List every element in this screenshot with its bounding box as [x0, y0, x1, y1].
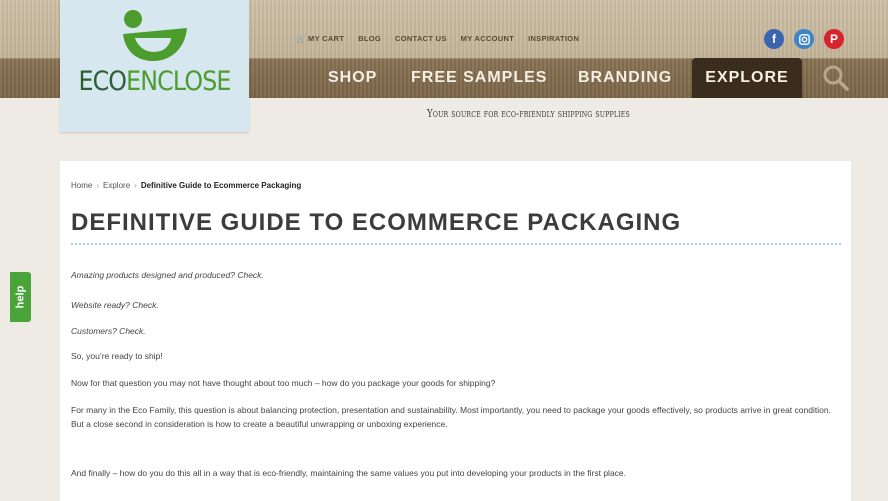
logo[interactable]: ECOENCLOSE — [60, 0, 249, 132]
cart-icon: 🛒 — [296, 34, 306, 43]
contact-us-link[interactable]: CONTACT US — [395, 34, 447, 43]
logo-wordmark: ECOENCLOSE — [78, 66, 231, 97]
article-card: Home › Explore › Definitive Guide to Ecommer… — [60, 161, 851, 501]
nav-shop[interactable]: SHOP — [328, 58, 377, 98]
nav-explore[interactable]: EXPLORE — [692, 58, 802, 98]
title-divider — [71, 243, 841, 245]
page-title: DEFINITIVE GUIDE TO ECOMMERCE PACKAGING — [71, 209, 682, 236]
tagline: Your source for eco-friendly shipping su… — [427, 107, 630, 120]
article-paragraph: Amazing products designed and produced? … — [71, 270, 264, 280]
blog-link[interactable]: BLOG — [358, 34, 381, 43]
help-tab[interactable]: help — [10, 272, 31, 322]
my-account-link[interactable]: MY ACCOUNT — [461, 34, 514, 43]
my-cart-link[interactable]: 🛒 MY CART — [296, 34, 344, 43]
article-paragraph: So, you’re ready to ship! — [71, 351, 163, 361]
article-paragraph: Website ready? Check. — [71, 300, 159, 310]
facebook-icon[interactable]: f — [764, 29, 784, 49]
article-paragraph: Now for that question you may not have t… — [71, 378, 496, 388]
article-paragraph: For many in the Eco Family, this questio… — [71, 405, 831, 429]
instagram-icon[interactable] — [794, 29, 814, 49]
breadcrumb-separator: › — [134, 181, 137, 190]
nav-free-samples[interactable]: FREE SAMPLES — [411, 58, 547, 98]
breadcrumb: Home › Explore › Definitive Guide to Ecommer… — [71, 181, 301, 190]
pinterest-icon[interactable]: P — [824, 29, 844, 49]
article-paragraph: And finally – how do you do this all in … — [71, 468, 627, 478]
nav-branding[interactable]: BRANDING — [578, 58, 672, 98]
breadcrumb-explore[interactable]: Explore — [103, 181, 130, 190]
breadcrumb-current: Definitive Guide to Ecommerce Packaging — [140, 181, 302, 190]
instagram-glyph — [798, 33, 810, 45]
search-icon[interactable] — [822, 64, 850, 92]
inspiration-link[interactable]: INSPIRATION — [528, 34, 579, 43]
utility-nav: 🛒 MY CART BLOG CONTACT US MY ACCOUNT INS… — [296, 34, 579, 43]
bird-logo-icon — [123, 10, 187, 62]
article-paragraph: Customers? Check. — [71, 326, 146, 336]
breadcrumb-separator: › — [96, 181, 100, 190]
breadcrumb-home[interactable]: Home — [71, 181, 92, 190]
